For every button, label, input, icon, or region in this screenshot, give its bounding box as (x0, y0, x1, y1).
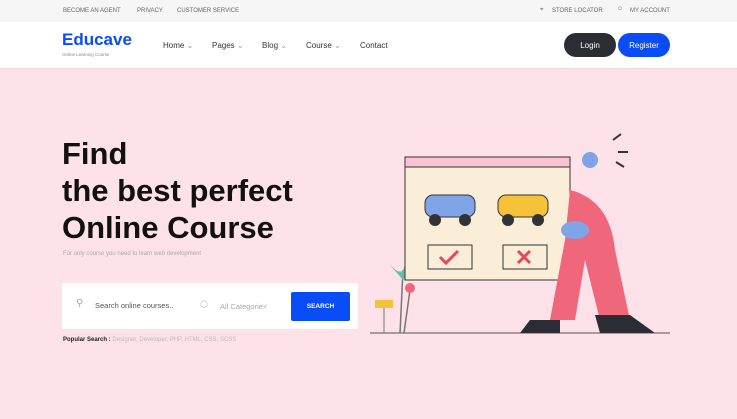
category-select[interactable]: All Categorie˅ (220, 302, 267, 311)
hero-subtitle: For only course you need to learn web de… (63, 251, 202, 257)
hero-line: the best perfect (62, 173, 293, 208)
chevron-down-icon: ⌄ (280, 41, 287, 50)
user-icon: ☺ (617, 6, 624, 12)
popular-label: Popular Search : (63, 337, 111, 343)
link-become-agent[interactable]: BECOME AN AGENT (63, 8, 121, 14)
nav-label: Blog (262, 41, 279, 50)
link-store-locator[interactable]: STORE LOCATOR (552, 8, 603, 14)
nav-label: Course (306, 41, 332, 50)
top-bar: BECOME AN AGENT PRIVACY CUSTOMER SERVICE… (0, 0, 737, 22)
nav-contact[interactable]: Contact (360, 41, 388, 50)
link-privacy[interactable]: PRIVACY (137, 8, 163, 14)
popular-items[interactable]: Designer, Developer, PHP, HTML, CSS, SCS… (112, 337, 236, 343)
chevron-down-icon: ⌄ (186, 41, 194, 50)
search-button[interactable]: SEARCH (291, 292, 350, 321)
main-nav: Educave Online Learning Course Home ⌄ Pa… (0, 22, 737, 69)
box-icon: ⬡ (200, 299, 208, 309)
chevron-down-icon: ⌄ (236, 41, 244, 50)
nav-course[interactable]: Course ⌄ (306, 41, 341, 50)
hero-illustration (370, 133, 670, 334)
nav-blog[interactable]: Blog ⌄ (262, 41, 287, 50)
link-my-account[interactable]: MY ACCOUNT (630, 8, 670, 14)
nav-pages[interactable]: Pages ⌄ (212, 41, 244, 50)
nav-label: Pages (212, 41, 235, 50)
hero-line: Online Course (62, 210, 274, 245)
search-input[interactable]: Search online courses.. (95, 301, 173, 310)
search-icon: ⚲ (76, 298, 84, 309)
chevron-down-icon: ⌄ (334, 41, 341, 50)
logo-subtitle: Online Learning Course (62, 52, 110, 57)
nav-home[interactable]: Home ⌄ (163, 41, 193, 50)
link-customer-service[interactable]: CUSTOMER SERVICE (177, 8, 239, 14)
nav-label: Home (163, 41, 185, 50)
logo[interactable]: Educave (62, 30, 132, 50)
search-box: ⚲ Search online courses.. ⬡ All Categori… (62, 283, 358, 329)
hero-title: Find the best perfect Online Course (62, 135, 293, 246)
login-button[interactable]: Login (564, 33, 616, 57)
popular-search: Popular Search : Designer, Developer, PH… (63, 337, 236, 343)
map-pin-icon: ⌖ (540, 7, 544, 13)
hero-line: Find (62, 136, 128, 171)
register-button[interactable]: Register (618, 33, 670, 57)
category-value: All Categorie (220, 302, 263, 311)
